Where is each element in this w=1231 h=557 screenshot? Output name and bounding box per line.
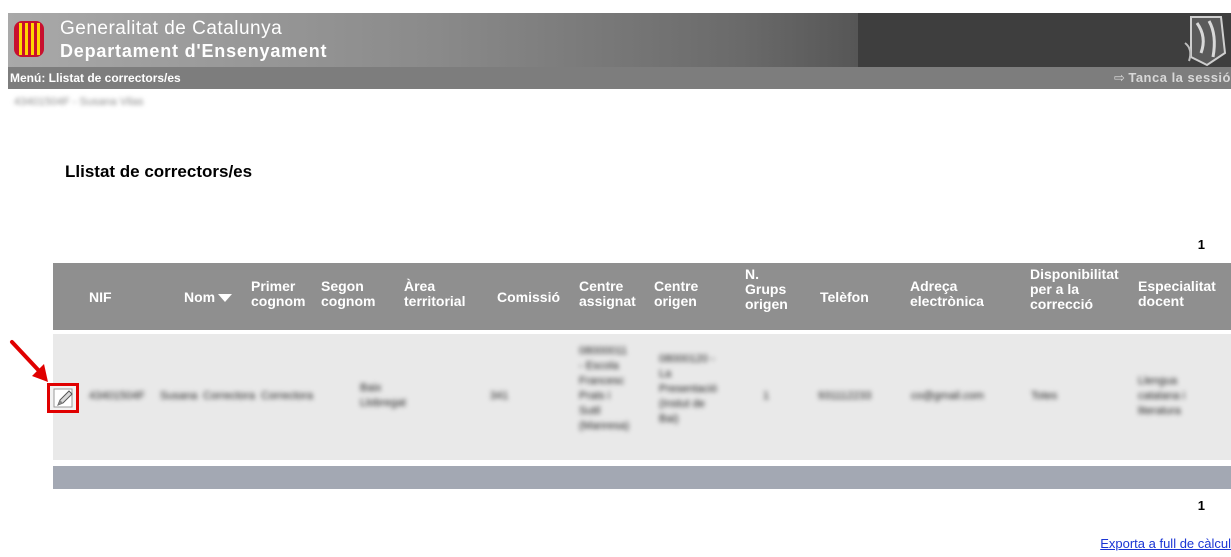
app-header: Generalitat de Catalunya Departament d'E… — [8, 13, 1231, 67]
cell-centre-origen: 08000120 - La Presentació (Instut de Bai) — [659, 352, 717, 427]
col-nom[interactable]: Nom — [184, 289, 233, 305]
col-centre-origen[interactable]: Centre origen — [654, 279, 698, 309]
generalitat-logo-icon — [14, 21, 44, 57]
table-footer — [53, 466, 1231, 489]
cell-ca-l1: 08000011 — [579, 345, 628, 357]
cell-co-l5: Bai) — [659, 413, 679, 425]
col-area-l1: Àrea — [404, 278, 436, 294]
col-ad-l2: electrònica — [910, 293, 984, 309]
cell-es-l3: literatura — [1138, 405, 1181, 417]
cell-co-l3: Presentació — [659, 383, 718, 395]
col-telefon[interactable]: Telèfon — [820, 290, 869, 305]
col-gr-l3: origen — [745, 296, 788, 312]
col-primer-cognom[interactable]: Primer cognom — [251, 279, 305, 309]
export-spreadsheet-link[interactable]: Exporta a full de càlcul — [1100, 536, 1231, 551]
col-gr-l1: N. — [745, 266, 759, 282]
col-grups-origen[interactable]: N. Grups origen — [745, 267, 788, 312]
cell-nif: 43401504F — [89, 390, 145, 402]
cell-co-l4: (Instut de — [659, 398, 705, 410]
cell-comissio: 341 — [490, 390, 509, 402]
col-di-l3: correcció — [1030, 296, 1094, 312]
sort-desc-icon — [218, 294, 233, 303]
col-nif[interactable]: NIF — [89, 290, 112, 305]
cell-grups: 1 — [763, 390, 770, 402]
cell-centre-assignat: 08000011 - Escola Francesc Prats i Sutil (Man… — [579, 344, 629, 434]
col-es-l2: docent — [1138, 293, 1184, 309]
col-area-l2: territorial — [404, 293, 466, 309]
cell-primer: Correctora — [203, 390, 255, 402]
pagination-top[interactable]: 1 — [1198, 237, 1205, 252]
col-nom-label: Nom — [184, 289, 216, 305]
col-segon-l2: cognom — [321, 293, 376, 309]
pagination-bottom[interactable]: 1 — [1198, 498, 1205, 513]
cell-especialitat: Llengua catalana i literatura — [1138, 374, 1185, 419]
col-segon-l1: Segon — [321, 278, 364, 294]
cell-ca-l2: - Escola — [579, 360, 619, 372]
crest-icon — [1184, 16, 1227, 67]
logout-icon: ⇨ — [1113, 70, 1126, 85]
row-cells: 43401504F Susana Correctora Correctora B… — [53, 334, 1231, 460]
org-name: Generalitat de Catalunya — [60, 18, 283, 39]
col-ca-l2: assignat — [579, 293, 636, 309]
table-header: NIF Nom Primer cognom Segon cognom Àrea ter… — [53, 263, 1231, 330]
cell-ca-l5: Sutil — [579, 405, 601, 417]
col-area-territorial[interactable]: Àrea territorial — [404, 279, 465, 309]
col-gr-l2: Grups — [745, 281, 787, 297]
col-especialitat[interactable]: Especialitat docent — [1138, 279, 1216, 309]
annotation-arrow-icon — [10, 340, 48, 382]
cell-co-l2: La — [659, 368, 672, 380]
cell-ca-l4: Prats i — [579, 390, 611, 402]
cell-ca-l3: Francesc — [579, 375, 625, 387]
correctors-table: NIF Nom Primer cognom Segon cognom Àrea ter… — [53, 263, 1231, 489]
department-name: Departament d'Ensenyament — [60, 41, 328, 61]
cell-nom: Susana — [160, 390, 198, 402]
cell-ca-l6: (Manresa) — [579, 420, 630, 432]
col-ad-l1: Adreça — [910, 278, 958, 294]
col-di-l1: Disponibilitat — [1030, 266, 1119, 282]
cell-area: Baix Llobregat — [360, 381, 406, 411]
cell-segon: Correctora — [261, 390, 313, 402]
col-di-l2: per a la — [1030, 281, 1080, 297]
cell-area-l1: Baix — [360, 382, 382, 394]
col-centre-assignat[interactable]: Centre assignat — [579, 279, 636, 309]
edit-button[interactable] — [47, 383, 79, 413]
cell-co-l1: 08000120 - — [659, 353, 715, 365]
cell-es-l2: catalana i — [1138, 390, 1186, 402]
col-comissio[interactable]: Comissió — [497, 290, 560, 305]
menu-bar: Menú: Llistat de correctors/es ⇨ Tanca la… — [8, 67, 1231, 89]
col-segon-cognom[interactable]: Segon cognom — [321, 279, 375, 309]
cell-disponibilitat: Totes — [1031, 390, 1058, 402]
breadcrumb: Menú: Llistat de correctors/es — [10, 71, 181, 85]
menu-current: Llistat de correctors/es — [48, 71, 181, 85]
col-co-l2: origen — [654, 293, 697, 309]
col-co-l1: Centre — [654, 278, 699, 294]
col-disponibilitat[interactable]: Disponibilitat per a la correcció — [1030, 267, 1119, 312]
logout-label: Tanca la sessió — [1128, 70, 1231, 85]
col-primer-l2: cognom — [251, 293, 306, 309]
page-title: Llistat de correctors/es — [65, 162, 253, 181]
logout-link[interactable]: ⇨ Tanca la sessió — [1114, 70, 1231, 86]
pencil-icon — [53, 388, 73, 408]
col-primer-l1: Primer — [251, 278, 296, 294]
col-es-l1: Especialitat — [1138, 278, 1216, 294]
cell-telefon: 931112233 — [818, 390, 872, 402]
col-adreca[interactable]: Adreça electrònica — [910, 279, 984, 309]
table-row: 43401504F Susana Correctora Correctora B… — [53, 334, 1231, 460]
menu-prefix: Menú: — [10, 71, 46, 85]
cell-adreca: co@gmail.com — [911, 390, 984, 402]
col-ca-l1: Centre — [579, 278, 624, 294]
cell-es-l1: Llengua — [1138, 375, 1178, 387]
user-identity: 43401504F - Susana Vilas — [14, 96, 144, 108]
cell-area-l2: Llobregat — [360, 397, 406, 409]
